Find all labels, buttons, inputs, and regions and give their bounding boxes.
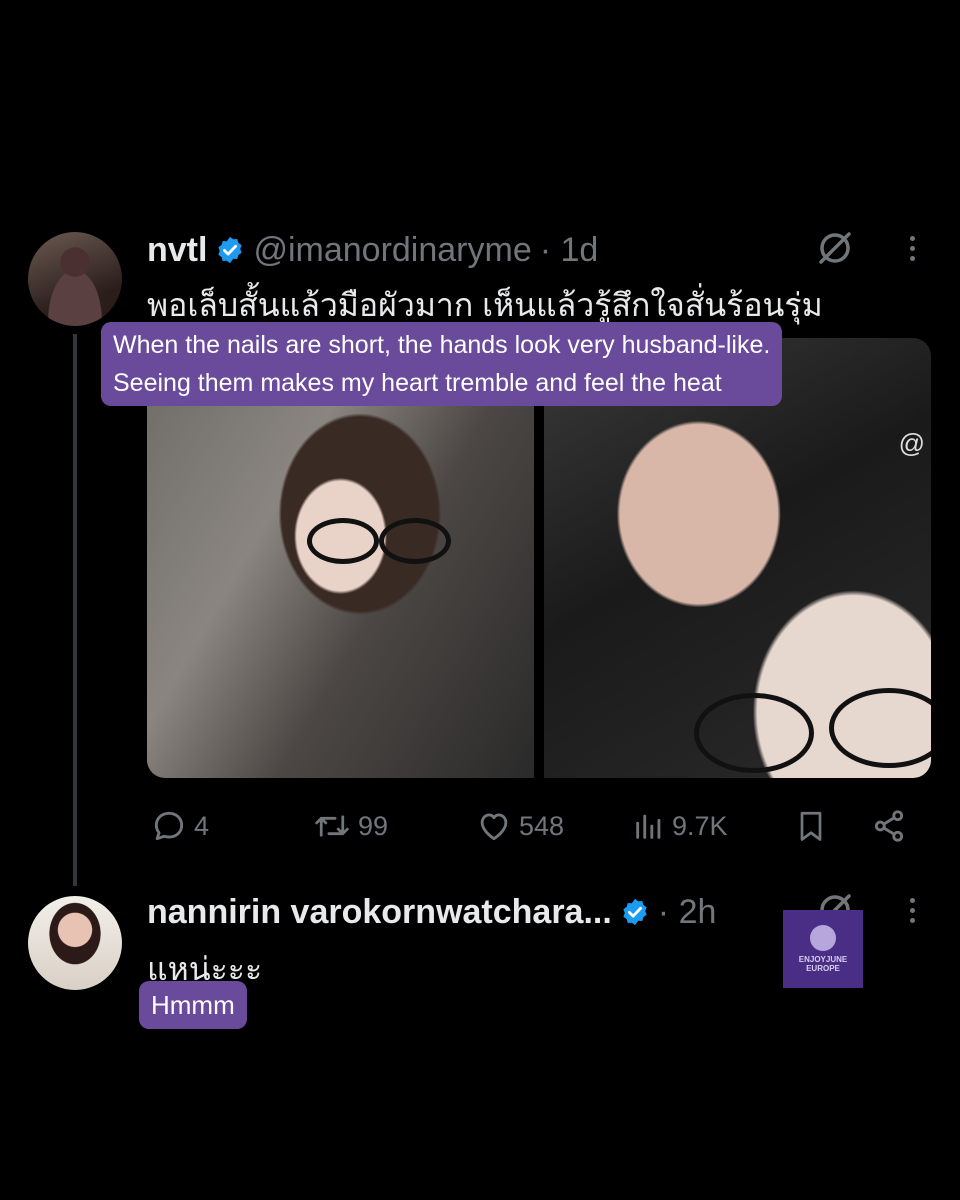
thread-connector-line bbox=[73, 334, 77, 886]
glasses-right-lens bbox=[379, 518, 451, 564]
author-name[interactable]: nvtl bbox=[147, 231, 207, 270]
post-actions: 4 99 548 9.7K bbox=[150, 804, 910, 848]
views-button[interactable]: 9.7K bbox=[632, 804, 728, 848]
post-header: nvtl @imanordinaryme · 1d bbox=[147, 228, 598, 272]
bookmark-button[interactable] bbox=[793, 804, 829, 848]
author-avatar[interactable] bbox=[28, 232, 122, 326]
glasses-left-lens bbox=[694, 693, 814, 773]
glasses-right-lens bbox=[829, 688, 931, 768]
verified-badge-icon bbox=[215, 235, 245, 265]
reply-time[interactable]: · 2h bbox=[658, 893, 717, 932]
watermark-line: ENJOYJUNE bbox=[798, 955, 848, 964]
glasses-left-lens bbox=[307, 518, 379, 564]
views-icon bbox=[632, 809, 666, 843]
more-options-icon[interactable] bbox=[910, 898, 915, 923]
reply-icon bbox=[150, 807, 188, 845]
moon-logo-icon bbox=[810, 925, 836, 951]
reply-author-avatar[interactable] bbox=[28, 896, 122, 990]
translation-line: When the nails are short, the hands look… bbox=[113, 331, 771, 359]
share-button[interactable] bbox=[870, 804, 908, 848]
reply-button[interactable]: 4 bbox=[150, 804, 209, 848]
views-count: 9.7K bbox=[672, 810, 728, 841]
watermark-logo: ENJOYJUNE EUROPE bbox=[783, 910, 863, 988]
repost-count: 99 bbox=[358, 810, 389, 841]
grok-icon[interactable] bbox=[815, 228, 855, 273]
photo-overlay-text: @ bbox=[898, 428, 925, 458]
bookmark-icon bbox=[793, 807, 829, 845]
author-handle[interactable]: @imanordinaryme bbox=[253, 231, 531, 270]
post-time[interactable]: · 1d bbox=[540, 231, 599, 270]
watermark-line: EUROPE bbox=[806, 964, 840, 973]
reply-header: nannirin varokornwatchara... · 2h bbox=[147, 890, 716, 934]
translation-line: Seeing them makes my heart tremble and f… bbox=[113, 369, 722, 397]
like-count: 548 bbox=[519, 810, 565, 841]
reply-author-name[interactable]: nannirin varokornwatchara... bbox=[147, 893, 612, 932]
more-options-icon[interactable] bbox=[910, 236, 915, 261]
repost-icon bbox=[312, 807, 352, 845]
like-button[interactable]: 548 bbox=[475, 804, 564, 848]
heart-icon bbox=[475, 807, 513, 845]
reply-translation-caption: Hmmm bbox=[139, 981, 247, 1029]
share-icon bbox=[870, 807, 908, 845]
verified-badge-icon bbox=[620, 897, 650, 927]
reply-count: 4 bbox=[194, 810, 210, 841]
translation-caption: When the nails are short, the hands look… bbox=[101, 322, 783, 406]
repost-button[interactable]: 99 bbox=[312, 804, 388, 848]
